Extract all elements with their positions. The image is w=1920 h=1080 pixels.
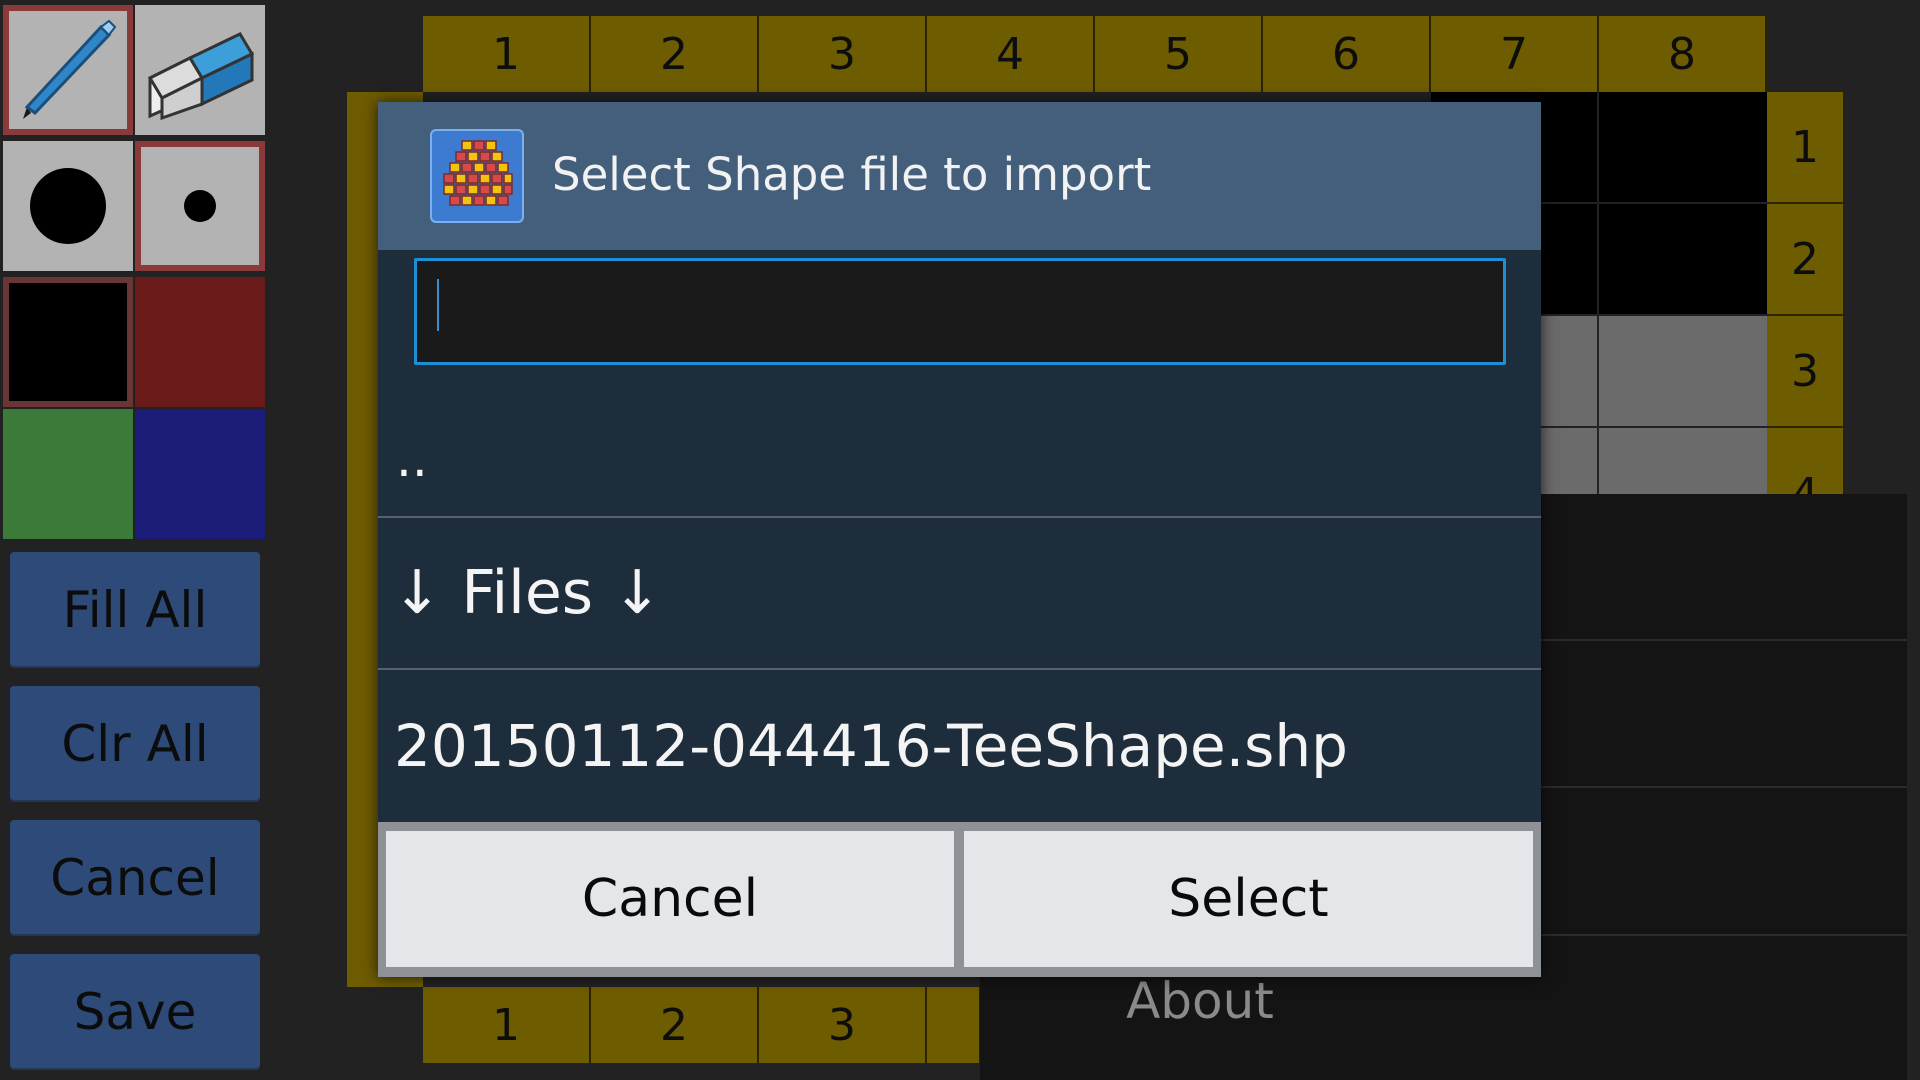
small-dot-icon (184, 190, 216, 222)
list-item-file[interactable]: 20150112-044416-TeeShape.shp (378, 670, 1541, 822)
pencil-icon (23, 19, 117, 119)
save-button[interactable]: Save (10, 954, 260, 1070)
cancel-sidebar-button[interactable]: Cancel (10, 820, 260, 936)
color-swatch-red[interactable] (135, 277, 265, 407)
col-header-bottom (927, 987, 979, 1063)
files-header-label: ↓ Files ↓ (392, 558, 663, 628)
app-icon (430, 129, 524, 223)
grid-cell[interactable] (1599, 316, 1767, 426)
fill-all-button[interactable]: Fill All (10, 552, 260, 668)
dialog-select-button[interactable]: Select (964, 831, 1533, 967)
grid-cell[interactable] (1599, 92, 1767, 202)
col-header-bottom: 2 (591, 987, 759, 1063)
row-header: 1 (1767, 92, 1843, 204)
brick-pattern-icon (443, 140, 513, 206)
col-header: 1 (423, 16, 591, 92)
pencil-tool[interactable] (3, 5, 133, 135)
row-header: 4 (1767, 428, 1843, 498)
text-caret (437, 279, 439, 331)
row-header: 3 (1767, 316, 1843, 428)
small-brush-tool[interactable] (135, 141, 265, 271)
col-header: 7 (1431, 16, 1599, 92)
grid-cell[interactable] (1599, 204, 1767, 314)
col-header: 5 (1095, 16, 1263, 92)
color-swatch-black[interactable] (3, 277, 133, 407)
large-brush-tool[interactable] (3, 141, 133, 271)
color-swatch-green[interactable] (3, 409, 133, 539)
col-header: 3 (759, 16, 927, 92)
col-header: 8 (1599, 16, 1767, 92)
dialog-header: Select Shape file to import (378, 102, 1541, 250)
grid-cell[interactable] (1599, 428, 1767, 498)
dialog-cancel-button[interactable]: Cancel (386, 831, 954, 967)
col-header: 6 (1263, 16, 1431, 92)
dialog-title: Select Shape file to import (552, 148, 1152, 201)
eraser-tool[interactable] (135, 5, 265, 135)
dialog-button-bar: Cancel Select (378, 822, 1541, 977)
col-header-bottom: 3 (759, 987, 927, 1063)
color-swatch-blue[interactable] (135, 409, 265, 539)
row-header: 2 (1767, 204, 1843, 316)
file-name-label: 20150112-044416-TeeShape.shp (394, 712, 1348, 780)
files-section-header: ↓ Files ↓ (378, 518, 1541, 668)
eraser-icon (147, 32, 255, 120)
clear-all-button[interactable]: Clr All (10, 686, 260, 802)
filename-input[interactable] (414, 258, 1506, 365)
list-item-parent-dir[interactable]: .. (378, 402, 1541, 516)
col-header-bottom: 1 (423, 987, 591, 1063)
import-shape-dialog: Select Shape file to import .. ↓ Files ↓… (378, 102, 1541, 977)
large-dot-icon (30, 168, 106, 244)
parent-dir-label: .. (396, 430, 428, 488)
col-header: 4 (927, 16, 1095, 92)
col-header: 2 (591, 16, 759, 92)
